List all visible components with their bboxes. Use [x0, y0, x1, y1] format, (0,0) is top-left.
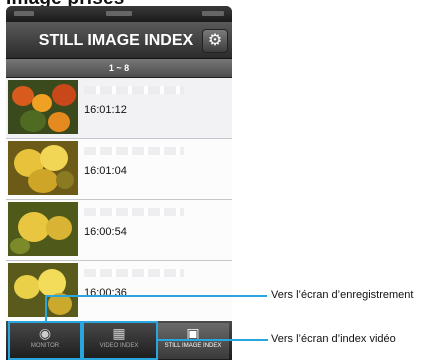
capture-time: 16:00:36 [84, 287, 127, 299]
phone-screen: STILL IMAGE INDEX ⚙ 1 ~ 8 16:01:12 16:01… [6, 6, 232, 360]
list-item[interactable]: 16:01:04 [6, 139, 232, 200]
capture-time: 16:01:12 [84, 104, 127, 116]
status-bar [6, 6, 232, 22]
range-indicator: 1 ~ 8 [6, 59, 232, 77]
tab-still-image-index[interactable]: ▣ STILL IMAGE INDEX [157, 323, 229, 359]
blurred-title [84, 208, 184, 216]
gear-icon: ⚙ [207, 32, 223, 49]
screen-title: STILL IMAGE INDEX [38, 32, 194, 49]
blurred-title [84, 86, 184, 94]
monitor-highlight [8, 321, 82, 360]
capture-time: 16:00:54 [84, 226, 127, 238]
list-item[interactable]: 16:00:36 [6, 261, 232, 321]
callout-line [45, 295, 267, 297]
list-item[interactable]: 16:00:54 [6, 200, 232, 261]
video-index-highlight [82, 321, 158, 360]
thumbnail [8, 263, 78, 317]
callout-line [45, 310, 47, 321]
still-image-list[interactable]: 16:01:12 16:01:04 16:00:54 16:00:36 [6, 78, 232, 321]
thumbnail [8, 141, 78, 195]
tab-label: STILL IMAGE INDEX [164, 343, 222, 349]
callout-line [158, 339, 268, 341]
thumbnail [8, 202, 78, 256]
blurred-title [84, 147, 184, 155]
settings-button[interactable]: ⚙ [202, 29, 228, 53]
blurred-title [84, 269, 184, 277]
callout-video-index-screen: Vers l’écran d’index vidéo [271, 333, 396, 345]
title-bar: STILL IMAGE INDEX ⚙ [6, 22, 232, 59]
thumbnail [8, 80, 78, 134]
callout-recording-screen: Vers l’écran d’enregistrement [271, 289, 414, 301]
list-item[interactable]: 16:01:12 [6, 78, 232, 139]
capture-time: 16:01:04 [84, 165, 127, 177]
